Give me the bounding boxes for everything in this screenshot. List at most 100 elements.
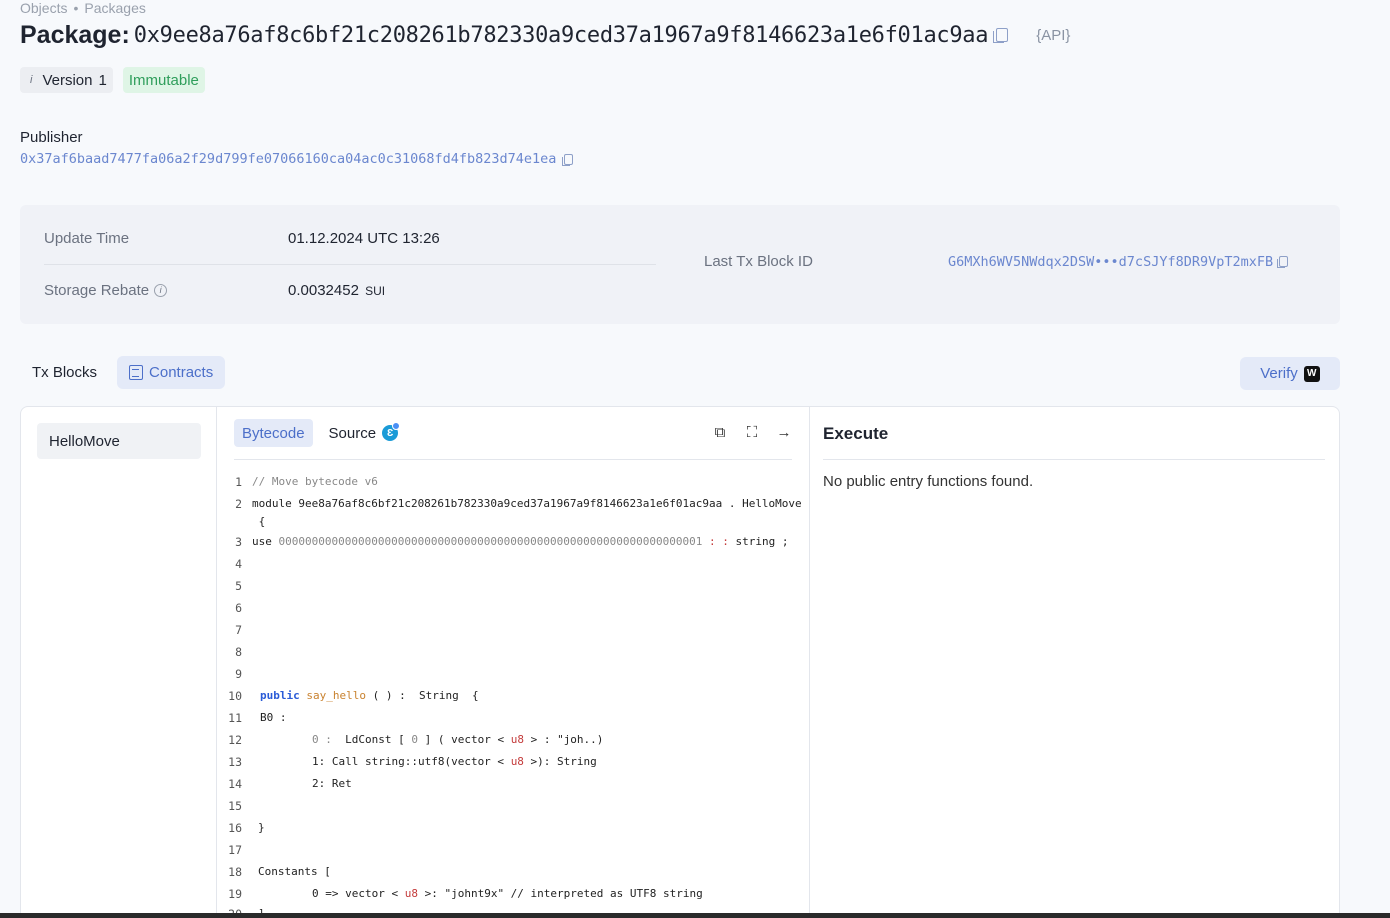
instr-index: 0 :: [312, 733, 332, 746]
tab-bytecode[interactable]: Bytecode: [234, 419, 313, 447]
line-number: 17: [228, 843, 242, 857]
tab-source[interactable]: Source Ɛ: [321, 419, 407, 447]
tab-contracts[interactable]: Contracts: [117, 356, 226, 389]
type-u8: u8: [404, 887, 418, 900]
line-number: 11: [228, 711, 242, 725]
last-tx-link[interactable]: G6MXh6WV5NWdqx2DSW•••d7cSJYf8DR9VpT2mxFB: [948, 254, 1273, 270]
last-tx-value-wrap: G6MXh6WV5NWdqx2DSW•••d7cSJYf8DR9VpT2mxFB: [948, 254, 1289, 270]
verify-logo-icon: W: [1303, 365, 1320, 382]
line-number: 8: [235, 645, 242, 659]
storage-rebate-label: Storage Rebate: [44, 281, 150, 299]
code-line: // Move bytecode v6: [252, 475, 378, 488]
line-number: 19: [228, 887, 242, 901]
update-time-row: Update Time 01.12.2024 UTC 13:26: [44, 227, 656, 249]
line-number: 5: [235, 579, 242, 593]
tab-contracts-label: Contracts: [149, 364, 214, 381]
use-separator: : :: [702, 535, 736, 548]
badges: i Version 1 Immutable: [20, 67, 205, 93]
code-area: Bytecode Source Ɛ ⧉ ⛶ → 1 // Move byteco…: [218, 407, 810, 918]
code-line: module 9ee8a76af8c6bf21c208261b782330a9c…: [252, 497, 802, 510]
line-number: 13: [228, 755, 242, 769]
update-time-label: Update Time: [44, 229, 130, 247]
fullscreen-icon[interactable]: ⛶: [743, 423, 761, 441]
line-number: 7: [235, 623, 242, 637]
arrow-right-icon[interactable]: →: [775, 423, 793, 441]
line-number: 2: [235, 497, 242, 511]
execute-panel: Execute No public entry functions found.: [811, 407, 1339, 918]
storage-rebate-key: Storage Rebate i: [44, 282, 288, 299]
tab-tx-blocks[interactable]: Tx Blocks: [20, 356, 109, 389]
code-line: B0 :: [260, 711, 287, 724]
verify-label: Verify: [1260, 365, 1298, 382]
code-line: use 000000000000000000000000000000000000…: [252, 535, 788, 548]
function-name: say_hello: [299, 689, 366, 702]
instr-text: >): String: [523, 755, 597, 768]
use-module: string ;: [735, 535, 789, 548]
public-keyword: public: [260, 689, 300, 702]
last-tx-label: Last Tx Block ID: [704, 253, 813, 270]
const-text: >: "johnt9x" // interpreted as UTF8 stri…: [417, 887, 703, 900]
line-number: 10: [228, 689, 242, 703]
info-panel: Update Time 01.12.2024 UTC 13:26 Storage…: [20, 205, 1340, 324]
code-tabs: Bytecode Source Ɛ: [234, 419, 406, 447]
module-list: HelloMove: [21, 407, 217, 918]
storage-rebate-row: Storage Rebate i 0.0032452 SUI: [44, 279, 656, 301]
publisher-address-row: 0x37af6baad7477fa06a2f29d799fe07066160ca…: [20, 151, 574, 167]
last-tx-row: Last Tx Block ID G6MXh6WV5NWdqx2DSW•••d7…: [704, 253, 1289, 270]
storage-rebate-unit: SUI: [365, 283, 386, 298]
info-icon[interactable]: i: [154, 283, 168, 297]
publisher-label: Publisher: [20, 129, 83, 146]
info-divider: [44, 264, 656, 265]
contracts-panel: HelloMove Bytecode Source Ɛ ⧉ ⛶ → 1 // M…: [20, 406, 1340, 918]
copy-code-icon[interactable]: ⧉: [711, 423, 729, 441]
type-u8: u8: [510, 755, 524, 768]
line-number: 6: [235, 601, 242, 615]
code-line: 0 => vector < u8 >: "johnt9x" // interpr…: [312, 887, 703, 900]
title-label: Package:: [20, 20, 130, 49]
copy-icon[interactable]: [1277, 256, 1289, 268]
code-line: Constants [: [258, 865, 331, 878]
taskbar-edge: [0, 913, 1390, 918]
type-u8: u8: [510, 733, 524, 746]
line-number: 14: [228, 777, 242, 791]
use-address: 0000000000000000000000000000000000000000…: [271, 535, 703, 548]
api-link[interactable]: {API}: [1036, 27, 1070, 44]
code-toolbar: ⧉ ⛶ →: [711, 423, 793, 441]
verify-button[interactable]: Verify W: [1240, 357, 1340, 390]
immutable-badge: Immutable: [122, 67, 205, 93]
code-line: public say_hello ( ) : String {: [260, 689, 479, 702]
tab-source-label: Source: [328, 424, 377, 442]
line-number: 3: [235, 535, 242, 549]
storage-rebate-value: 0.0032452: [288, 281, 359, 299]
breadcrumb-packages[interactable]: Packages: [84, 0, 145, 16]
breadcrumb-objects[interactable]: Objects: [20, 0, 67, 16]
code-line: }: [258, 821, 265, 834]
page-title: Package: 0x9ee8a76af8c6bf21c208261b78233…: [20, 18, 1070, 52]
publisher-address-link[interactable]: 0x37af6baad7477fa06a2f29d799fe07066160ca…: [20, 151, 556, 167]
line-number: 18: [228, 865, 242, 879]
execute-message: No public entry functions found.: [823, 473, 1034, 490]
line-number: 16: [228, 821, 242, 835]
line-number: 1: [235, 475, 242, 489]
code-line: 0 : LdConst [ 0 ] ( vector < u8 > : "joh…: [312, 733, 603, 746]
version-label: Version: [42, 71, 93, 89]
contract-icon: [129, 365, 144, 380]
module-item-hellomove[interactable]: HelloMove: [37, 423, 201, 459]
code-line: {: [252, 515, 266, 528]
line-number: 12: [228, 733, 242, 747]
storage-rebate-value-wrap: 0.0032452 SUI: [288, 282, 385, 299]
execute-title: Execute: [823, 424, 889, 443]
move-logo-icon: Ɛ: [382, 422, 401, 441]
instr-text: LdConst [: [331, 733, 412, 746]
copy-icon[interactable]: [562, 153, 574, 166]
info-icon[interactable]: i: [30, 74, 32, 86]
line-number: 4: [235, 557, 242, 571]
tabs: Tx Blocks Contracts: [20, 356, 226, 389]
const-index: 0: [411, 733, 418, 746]
copy-icon[interactable]: [993, 28, 1009, 43]
instr-text: ] ( vector <: [417, 733, 511, 746]
execute-divider: [823, 459, 1325, 460]
update-time-value: 01.12.2024 UTC 13:26: [288, 229, 440, 247]
instr-text: > : "joh..): [523, 733, 604, 746]
version-number: 1: [98, 71, 107, 89]
